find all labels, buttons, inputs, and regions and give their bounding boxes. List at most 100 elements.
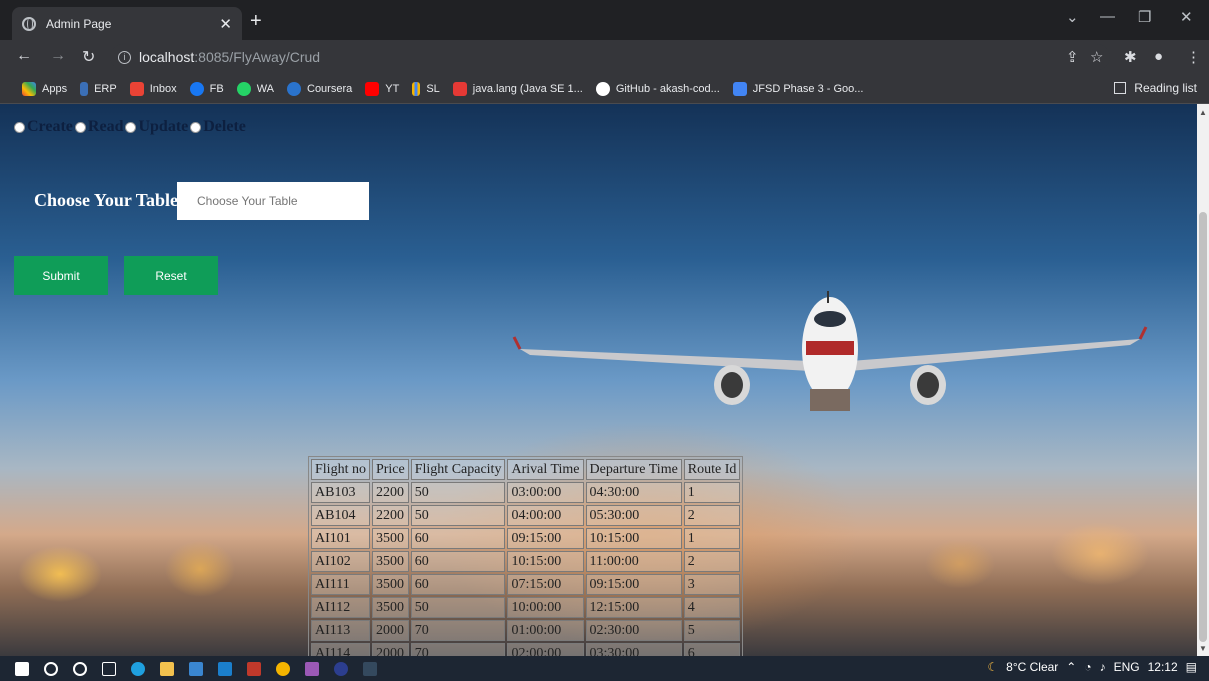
bookmark-apps[interactable]: Apps xyxy=(22,81,67,96)
restore-icon[interactable]: ❐ xyxy=(1138,8,1151,26)
choose-table-input[interactable] xyxy=(177,182,369,220)
radio-button[interactable] xyxy=(190,121,202,133)
minimize-icon[interactable]: — xyxy=(1100,8,1115,25)
extensions-icon[interactable]: ✱ xyxy=(1124,48,1137,66)
cell: 6 xyxy=(683,643,741,656)
file-explorer-icon[interactable] xyxy=(160,661,174,676)
language-indicator[interactable]: ENG xyxy=(1114,660,1140,674)
radio-label: Update xyxy=(138,118,189,135)
cell: 12:15:00 xyxy=(585,597,682,618)
cell: 10:00:00 xyxy=(507,597,584,618)
bookmark-sl[interactable]: SL xyxy=(412,81,440,96)
globe-icon xyxy=(22,16,36,31)
network-icon[interactable]: ◔ xyxy=(1084,660,1091,674)
reload-icon[interactable]: ↻ xyxy=(82,47,95,67)
cortana-icon[interactable] xyxy=(73,661,87,676)
facebook-icon xyxy=(189,81,204,96)
submit-button[interactable]: Submit xyxy=(14,256,108,295)
cell: 60 xyxy=(410,574,506,595)
notifications-icon[interactable]: ▤ xyxy=(1186,660,1197,674)
clock[interactable]: 12:12 xyxy=(1148,660,1178,674)
cell: 1 xyxy=(683,528,741,549)
choose-table-label: Choose Your Table xyxy=(34,190,179,210)
bookmark-label: JFSD Phase 3 - Goo... xyxy=(752,82,864,95)
windows-start-icon[interactable] xyxy=(15,661,29,676)
cell: 3 xyxy=(683,574,741,595)
cell: 03:00:00 xyxy=(507,482,584,503)
bookmark-star-icon[interactable]: ☆ xyxy=(1090,48,1103,66)
radio-button[interactable] xyxy=(125,121,137,133)
youtube-icon xyxy=(365,81,380,96)
cell: 03:30:00 xyxy=(585,643,682,656)
cell: 09:15:00 xyxy=(585,574,682,595)
radio-read[interactable]: Read xyxy=(74,118,123,136)
terminal-icon[interactable] xyxy=(363,661,377,676)
tab-strip: Admin Page ✕ + ⌄ — ❐ ✕ xyxy=(0,0,1209,40)
tray-chevron-icon[interactable]: ⌃ xyxy=(1066,660,1076,674)
url-path: :8085/FlyAway/Crud xyxy=(194,49,321,65)
bookmark-java[interactable]: java.lang (Java SE 1... xyxy=(452,81,583,96)
reset-button[interactable]: Reset xyxy=(124,256,218,295)
address-bar[interactable]: i localhost :8085/FlyAway/Crud xyxy=(110,44,1110,70)
tab-admin-page[interactable]: Admin Page ✕ xyxy=(12,7,242,40)
new-tab-icon[interactable]: + xyxy=(250,10,262,33)
cell: 02:30:00 xyxy=(585,620,682,641)
bookmark-wa[interactable]: WA xyxy=(236,81,274,96)
info-icon[interactable]: i xyxy=(118,50,131,64)
table-row: AI114 2000 70 02:00:00 03:30:00 6 xyxy=(311,643,741,656)
bookmark-label: SL xyxy=(426,82,440,95)
crud-radio-group: Create Read Update Delete xyxy=(14,118,248,136)
cell: 5 xyxy=(683,620,741,641)
gmail-icon xyxy=(129,81,144,96)
cell: 60 xyxy=(410,528,506,549)
scroll-down-icon[interactable]: ▼ xyxy=(1199,644,1207,653)
cell: 60 xyxy=(410,551,506,572)
volume-icon[interactable]: ♪ xyxy=(1100,660,1106,674)
forward-icon[interactable]: → xyxy=(50,47,66,65)
scroll-thumb[interactable] xyxy=(1199,212,1207,642)
store-icon[interactable] xyxy=(189,661,203,676)
back-icon[interactable]: ← xyxy=(16,47,32,65)
chrome-icon[interactable] xyxy=(276,661,290,676)
bookmark-jfsd[interactable]: JFSD Phase 3 - Goo... xyxy=(732,81,864,96)
profile-icon[interactable]: ● xyxy=(1154,48,1163,65)
bookmark-fb[interactable]: FB xyxy=(189,81,224,96)
radio-create[interactable]: Create xyxy=(14,118,73,136)
page-scrollbar[interactable]: ▲ ▼ xyxy=(1197,104,1209,656)
bookmark-github[interactable]: GitHub - akash-cod... xyxy=(595,81,720,96)
weather-text[interactable]: 8°C Clear xyxy=(1006,660,1058,674)
bookmarks-bar: Apps ERP Inbox FB WA Coursera YT SL java… xyxy=(0,74,1209,104)
github-icon xyxy=(595,81,610,96)
scroll-up-icon[interactable]: ▲ xyxy=(1199,108,1207,117)
search-icon[interactable] xyxy=(44,661,58,676)
radio-button[interactable] xyxy=(74,121,86,133)
cell: 3500 xyxy=(371,597,409,618)
task-view-icon[interactable] xyxy=(102,661,116,676)
cell: 05:30:00 xyxy=(585,505,682,526)
mail-icon[interactable] xyxy=(218,661,232,676)
bookmark-yt[interactable]: YT xyxy=(365,81,399,96)
bookmark-coursera[interactable]: Coursera xyxy=(287,81,353,96)
eclipse-icon[interactable] xyxy=(305,661,319,676)
edge-icon[interactable] xyxy=(131,661,145,676)
mcafee-icon[interactable] xyxy=(247,661,261,676)
window-close-icon[interactable]: ✕ xyxy=(1180,8,1193,26)
radio-button[interactable] xyxy=(14,121,25,133)
tab-search-icon[interactable]: ⌄ xyxy=(1066,8,1079,26)
cell: 2200 xyxy=(371,505,409,526)
menu-icon[interactable]: ⋮ xyxy=(1186,48,1201,66)
table-header-row: Flight no Price Flight Capacity Arival T… xyxy=(311,459,741,480)
cell: 04:30:00 xyxy=(585,482,682,503)
close-tab-icon[interactable]: ✕ xyxy=(219,15,232,33)
reading-list-button[interactable]: Reading list xyxy=(1114,81,1197,95)
cell: 50 xyxy=(410,505,506,526)
app-icon[interactable] xyxy=(334,661,348,676)
bookmark-erp[interactable]: ERP xyxy=(80,81,117,96)
radio-delete[interactable]: Delete xyxy=(190,118,246,136)
radio-update[interactable]: Update xyxy=(125,118,188,136)
share-icon[interactable]: ⇪ xyxy=(1066,48,1079,66)
bookmark-inbox[interactable]: Inbox xyxy=(129,81,177,96)
bookmark-label: Coursera xyxy=(307,82,353,95)
moon-icon: ☾ xyxy=(987,660,999,674)
col-arrival-time: Arival Time xyxy=(507,459,584,480)
